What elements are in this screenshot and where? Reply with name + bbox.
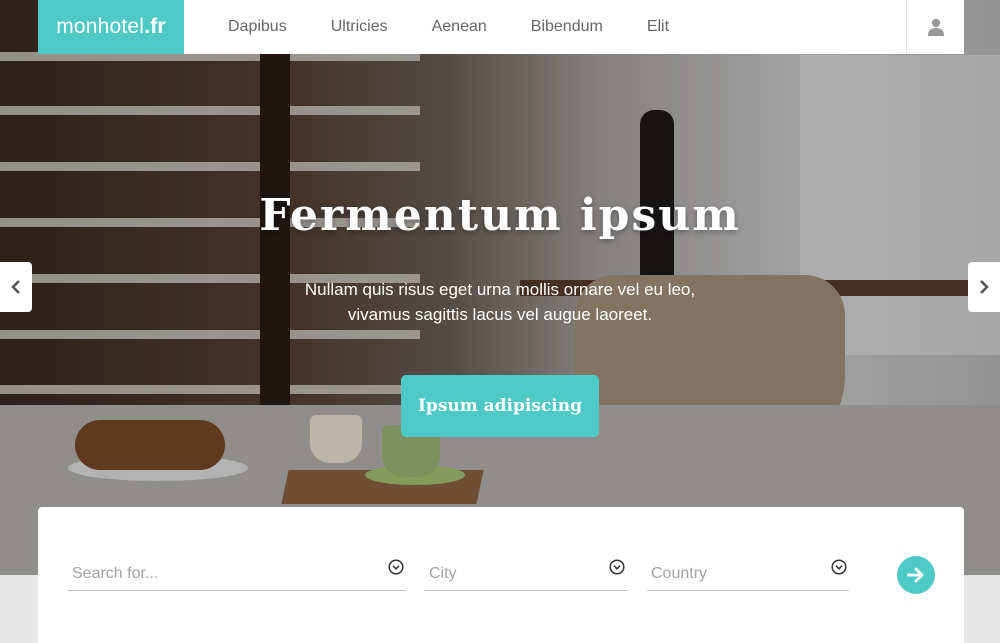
search-input[interactable] xyxy=(68,564,406,583)
hero-subtitle-line1: Nullam quis risus eget urna mollis ornar… xyxy=(304,280,696,299)
hero-subtitle: Nullam quis risus eget urna mollis ornar… xyxy=(0,277,1000,327)
chevron-down-circle-icon[interactable] xyxy=(831,559,847,575)
hero-content: Fermentum ipsum Nullam quis risus eget u… xyxy=(0,190,1000,437)
country-field xyxy=(647,557,849,591)
search-field xyxy=(68,557,406,591)
chevron-right-icon xyxy=(980,280,989,294)
nav-item-dapibus[interactable]: Dapibus xyxy=(228,18,287,36)
hero-subtitle-line2: vivamus sagittis lacus vel augue laoreet… xyxy=(347,305,653,324)
navbar: monhotel .fr Dapibus Ultricies Aenean Bib… xyxy=(38,0,964,54)
city-field xyxy=(425,557,627,591)
user-icon xyxy=(927,18,944,36)
nav-item-ultricies[interactable]: Ultricies xyxy=(331,18,388,36)
arrow-right-icon xyxy=(907,567,924,583)
search-panel xyxy=(38,507,964,643)
city-input[interactable] xyxy=(425,564,627,583)
nav-item-bibendum[interactable]: Bibendum xyxy=(531,18,603,36)
main-nav: Dapibus Ultricies Aenean Bibendum Elit xyxy=(214,18,691,36)
chevron-left-icon xyxy=(11,280,20,294)
saucer xyxy=(365,465,465,485)
logo[interactable]: monhotel .fr xyxy=(38,0,184,54)
search-submit-button[interactable] xyxy=(897,556,935,594)
tray xyxy=(281,470,484,504)
slider-prev-button[interactable] xyxy=(0,262,32,312)
user-account-button[interactable] xyxy=(906,0,964,54)
logo-name: monhotel xyxy=(56,15,145,38)
chevron-down-circle-icon[interactable] xyxy=(609,559,625,575)
country-input[interactable] xyxy=(647,564,849,583)
logo-tld: .fr xyxy=(144,15,166,38)
nav-item-aenean[interactable]: Aenean xyxy=(432,18,487,36)
slider-next-button[interactable] xyxy=(968,262,1000,312)
cta-button[interactable]: Ipsum adipiscing xyxy=(401,375,599,437)
hero-title: Fermentum ipsum xyxy=(259,190,741,241)
plate xyxy=(68,455,248,481)
chevron-down-circle-icon[interactable] xyxy=(388,559,404,575)
nav-item-elit[interactable]: Elit xyxy=(647,18,669,36)
